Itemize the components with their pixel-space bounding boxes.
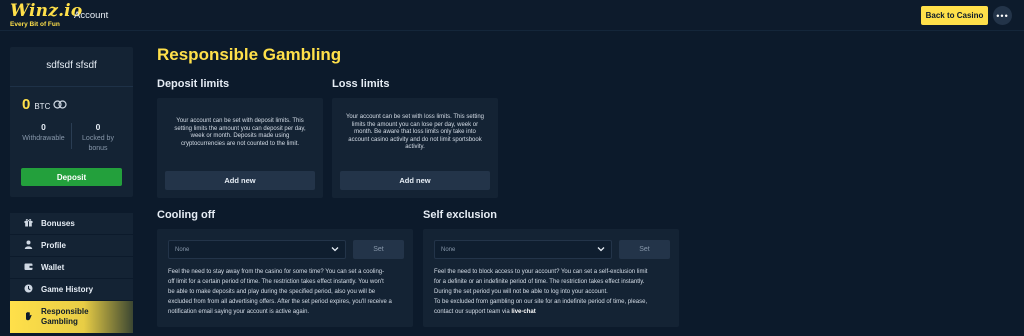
withdrawable-value: 0 — [41, 122, 46, 132]
chevron-down-icon — [331, 245, 339, 255]
divider — [10, 86, 133, 87]
locked-label-line-1: Locked by — [82, 135, 114, 142]
locked-stat: 0 Locked by bonus — [76, 122, 120, 154]
balance-currency: BTC — [34, 102, 51, 111]
loss-limits-card: Your account can be set with loss limits… — [332, 98, 498, 198]
balance-value: 0 — [22, 96, 31, 113]
add-deposit-limit-button[interactable]: Add new — [165, 171, 315, 190]
nav-account-link[interactable]: Account — [74, 10, 108, 21]
text-line: Your account can be set with loss limits… — [345, 114, 485, 120]
text-line: account casino activity and do not limit… — [348, 136, 482, 143]
loss-limits-description: Your account can be set with loss limits… — [344, 114, 486, 152]
more-options-button[interactable]: ••• — [993, 6, 1012, 25]
profile-card: sdfsdf sfsdf 0 BTC 0 Withdrawable 0 Lock… — [10, 47, 133, 197]
cooling-off-description: Feel the need to stay away from the casi… — [168, 267, 392, 317]
menu-label-line-2: Gambling — [41, 317, 78, 326]
currency-switch-icon[interactable] — [53, 100, 67, 111]
text-fragment: contact our support team via — [434, 309, 512, 315]
self-exclusion-card: None Set Feel the need to block access t… — [423, 229, 679, 327]
text-line: notification email saying your account i… — [168, 309, 310, 315]
menu-item-wallet[interactable]: Wallet — [10, 257, 133, 279]
menu-item-game-history[interactable]: Game History — [10, 279, 133, 301]
cooling-off-set-button[interactable]: Set — [353, 240, 404, 259]
deposit-button[interactable]: Deposit — [21, 168, 122, 186]
text-line: cryptocurrencies are not counted to the … — [180, 140, 300, 147]
text-line: contact our support team via live-chat — [434, 307, 647, 317]
page-title: Responsible Gambling — [157, 45, 342, 64]
account-menu: Bonuses Profile Wallet Game History Resp… — [10, 213, 133, 334]
cooling-off-card: None Set Feel the need to stay away from… — [157, 229, 413, 327]
text-line: Feel the need to block access to your ac… — [434, 269, 648, 275]
balance-display: 0 BTC — [22, 96, 67, 113]
cooling-off-period-select[interactable]: None — [168, 240, 346, 259]
wallet-icon — [22, 262, 35, 273]
withdrawable-label: Withdrawable — [22, 135, 65, 142]
locked-label-line-2: bonus — [88, 145, 108, 152]
history-icon — [22, 284, 35, 295]
locked-label: Locked by bonus — [76, 134, 120, 154]
menu-label: Profile — [41, 241, 66, 250]
text-line: month. Be aware that loss limits only ta… — [354, 129, 476, 135]
self-exclusion-title: Self exclusion — [423, 209, 497, 221]
menu-item-bonuses[interactable]: Bonuses — [10, 213, 133, 235]
withdrawable-stat: 0 Withdrawable — [20, 122, 67, 144]
text-line: Your account can be set with deposit lim… — [176, 118, 304, 124]
text-line: week or month. Deposits made using — [190, 133, 290, 139]
gift-icon — [22, 218, 35, 229]
text-line: for a definite or an indefinite period o… — [434, 279, 645, 285]
chevron-down-icon — [597, 245, 605, 255]
loss-limits-title: Loss limits — [332, 78, 390, 90]
cooling-off-title: Cooling off — [157, 209, 216, 221]
text-line: During the set period you will not be ab… — [434, 289, 608, 295]
menu-label-line-1: Responsible — [41, 307, 89, 316]
self-exclusion-set-button[interactable]: Set — [619, 240, 670, 259]
add-loss-limit-button[interactable]: Add new — [340, 171, 490, 190]
select-value: None — [441, 246, 456, 253]
self-exclusion-period-select[interactable]: None — [434, 240, 612, 259]
text-line: Feel the need to stay away from the casi… — [168, 269, 385, 275]
back-to-casino-button[interactable]: Back to Casino — [921, 6, 988, 25]
logo-text: Winz.io — [10, 1, 83, 21]
text-line: off limit for a certain period of time. … — [168, 279, 384, 285]
menu-item-responsible-gambling[interactable]: Responsible Gambling — [10, 301, 133, 334]
text-line: limits the amount you can lose per day, … — [351, 121, 479, 128]
text-line: setting limits the amount you can deposi… — [174, 125, 306, 132]
user-icon — [22, 240, 35, 251]
logo-tagline: Every Bit of Fun — [10, 21, 60, 28]
hand-icon — [22, 311, 35, 323]
text-line: activity. — [405, 144, 425, 150]
winz-logo[interactable]: Winz.io Every Bit of Fun — [10, 1, 83, 29]
menu-item-profile[interactable]: Profile — [10, 235, 133, 257]
text-line: excluded from from all advertising offer… — [168, 299, 392, 305]
menu-label: Bonuses — [41, 219, 75, 228]
text-line: be able to make deposits and play during… — [168, 289, 376, 295]
text-line: To be excluded from gambling on our site… — [434, 299, 648, 305]
top-bar: Winz.io Every Bit of Fun Account Back to… — [0, 0, 1024, 31]
ellipsis-icon: ••• — [996, 10, 1009, 21]
menu-label: Game History — [41, 285, 94, 294]
deposit-limits-description: Your account can be set with deposit lim… — [169, 118, 311, 148]
select-value: None — [175, 246, 190, 253]
self-exclusion-description: Feel the need to block access to your ac… — [434, 267, 647, 317]
menu-label: Responsible Gambling — [41, 307, 89, 327]
live-chat-link[interactable]: live-chat — [511, 309, 535, 315]
deposit-limits-title: Deposit limits — [157, 78, 230, 90]
deposit-limits-card: Your account can be set with deposit lim… — [157, 98, 323, 198]
locked-value: 0 — [95, 122, 101, 132]
stat-divider — [71, 123, 72, 149]
profile-name: sdfsdf sfsdf — [46, 60, 97, 71]
menu-label: Wallet — [41, 263, 65, 272]
